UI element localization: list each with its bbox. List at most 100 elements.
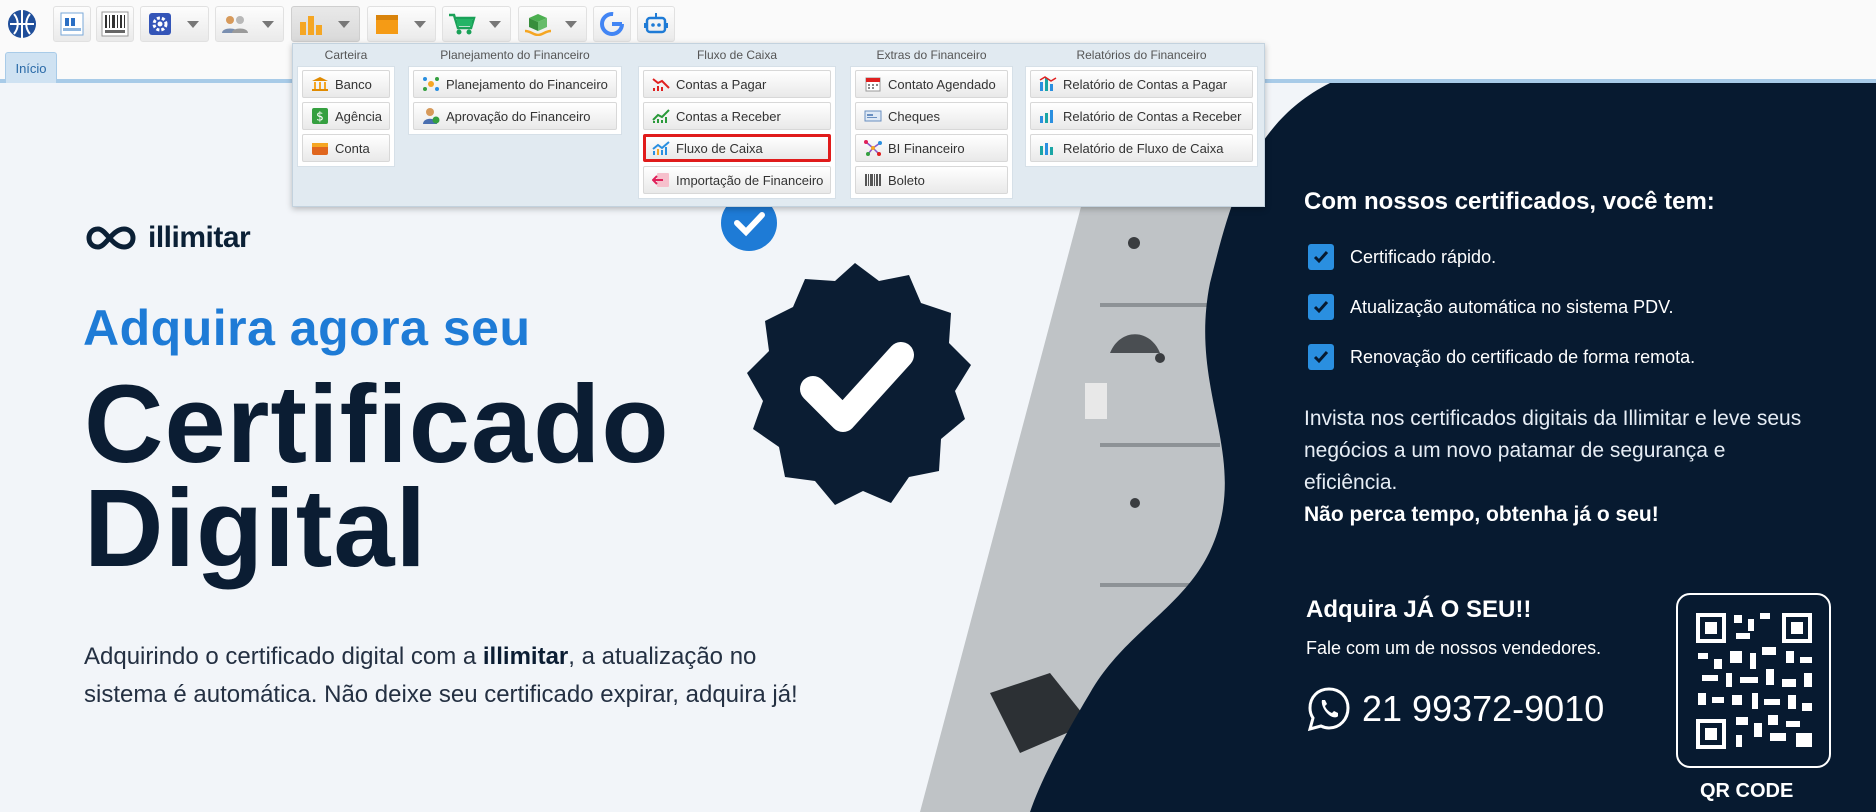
chevron-down-icon[interactable] — [253, 7, 283, 41]
illimitar-logo: illimitar — [84, 221, 251, 255]
settings-button[interactable] — [140, 6, 209, 42]
heading-line-2: Digital — [84, 467, 428, 590]
users-icon — [216, 7, 253, 41]
products-button[interactable] — [367, 6, 436, 42]
gear-icon — [141, 7, 178, 41]
box-icon — [368, 7, 405, 41]
menu-item-importacao-financeiro[interactable]: Importação de Financeiro — [643, 166, 831, 194]
bar-chart-icon — [292, 7, 329, 41]
chevron-down-icon[interactable] — [480, 7, 510, 41]
infinity-logo-icon — [86, 226, 136, 250]
heading-line-1: Certificado — [84, 363, 670, 486]
network-icon — [422, 76, 440, 92]
financeiro-button[interactable] — [291, 6, 360, 42]
package-hand-icon — [519, 7, 556, 41]
google-icon — [594, 7, 630, 41]
store-icon — [54, 7, 90, 41]
report-bar-icon — [1039, 76, 1057, 92]
phone-number: 21 99372-9010 — [1362, 688, 1605, 729]
menu-item-planejamento-financeiro[interactable]: Planejamento do Financeiro — [413, 70, 617, 98]
menu-item-label: Contas a Pagar — [676, 76, 767, 92]
bi-icon — [864, 140, 882, 156]
menu-column-fluxo-de-caixa: Fluxo de Caixa Contas a Pagar Contas a R… — [638, 44, 836, 199]
menu-item-label: Contato Agendado — [888, 76, 996, 92]
cta-bold-text: Não perca tempo, obtenha já o seu! — [1304, 503, 1659, 526]
column-title: Relatórios do Financeiro — [1076, 48, 1207, 62]
menu-item-label: Importação de Financeiro — [676, 172, 824, 188]
menu-item-label: Cheques — [888, 108, 941, 124]
menu-item-relatorio-contas-pagar[interactable]: Relatório de Contas a Pagar — [1030, 70, 1253, 98]
chart-flow-icon — [652, 140, 670, 156]
menu-item-aprovacao-financeiro[interactable]: Aprovação do Financeiro — [413, 102, 617, 130]
menu-item-conta[interactable]: Conta — [302, 134, 390, 162]
column-body: Relatório de Contas a Pagar Relatório de… — [1025, 66, 1258, 167]
menu-column-relatorios: Relatórios do Financeiro Relatório de Co… — [1025, 44, 1258, 167]
invest-paragraph: Invista nos certificados digitais da Ill… — [1304, 407, 1802, 494]
menu-item-label: BI Financeiro — [888, 140, 965, 156]
menu-item-relatorio-fluxo-caixa[interactable]: Relatório de Fluxo de Caixa — [1030, 134, 1253, 162]
chevron-down-icon[interactable] — [329, 7, 359, 41]
chevron-down-icon[interactable] — [405, 7, 435, 41]
tab-inicio[interactable]: Início — [5, 52, 57, 83]
main-toolbar — [0, 0, 1876, 47]
google-button[interactable] — [593, 6, 631, 42]
users-button[interactable] — [215, 6, 284, 42]
barcode-icon — [864, 172, 882, 188]
cta-title: Adquira JÁ O SEU!! — [1306, 596, 1532, 623]
logo-text: illimitar — [148, 221, 251, 254]
para-brand: illimitar — [482, 643, 569, 670]
menu-item-relatorio-contas-receber[interactable]: Relatório de Contas a Receber — [1030, 102, 1253, 130]
checkbox-checked-icon — [1308, 344, 1334, 370]
calendar-icon — [864, 76, 882, 92]
menu-item-label: Boleto — [888, 172, 925, 188]
menu-item-cheques[interactable]: Cheques — [855, 102, 1008, 130]
chart-down-icon — [652, 76, 670, 92]
menu-column-planejamento: Planejamento do Financeiro Planejamento … — [408, 44, 622, 135]
heading-main: Certificado Digital — [84, 363, 670, 590]
dollar-icon: $ — [311, 108, 329, 124]
menu-item-contas-a-receber[interactable]: Contas a Receber — [643, 102, 831, 130]
menu-item-label: Aprovação do Financeiro — [446, 108, 591, 124]
benefit-label: Certificado rápido. — [1350, 246, 1497, 267]
cta-subtitle: Fale com um de nossos vendedores. — [1306, 638, 1602, 658]
menu-item-contas-a-pagar[interactable]: Contas a Pagar — [643, 70, 831, 98]
globe-logo-icon[interactable] — [6, 8, 38, 40]
qr-code-label: QR CODE — [1700, 780, 1794, 802]
report-bar-icon — [1039, 140, 1057, 156]
wallet-icon — [311, 140, 329, 156]
whatsapp-icon — [1307, 687, 1350, 732]
menu-item-label: Conta — [335, 140, 370, 156]
banner-paragraph: Adquirindo o certificado digital com a i… — [84, 638, 804, 714]
import-icon — [652, 172, 670, 188]
store-button[interactable] — [53, 6, 91, 42]
chevron-down-icon[interactable] — [178, 7, 208, 41]
benefit-label: Renovação do certificado de forma remota… — [1350, 346, 1696, 367]
column-body: Banco $ Agência Conta — [297, 66, 395, 167]
financeiro-dropdown-menu: Carteira Banco $ Agência Conta Planejame… — [292, 43, 1265, 207]
column-title: Fluxo de Caixa — [696, 48, 778, 62]
report-bar-icon — [1039, 108, 1057, 124]
svg-text:$: $ — [316, 110, 324, 124]
menu-item-boleto[interactable]: Boleto — [855, 166, 1008, 194]
menu-item-banco[interactable]: Banco — [302, 70, 390, 98]
stock-button[interactable] — [518, 6, 587, 42]
robot-button[interactable] — [637, 6, 675, 42]
chevron-down-icon[interactable] — [556, 7, 586, 41]
menu-item-contato-agendado[interactable]: Contato Agendado — [855, 70, 1008, 98]
column-title: Carteira — [324, 48, 368, 62]
sales-button[interactable] — [442, 6, 511, 42]
menu-item-agencia[interactable]: $ Agência — [302, 102, 390, 130]
phone-contact: 21 99372-9010 — [1306, 686, 1604, 732]
benefit-label: Atualização automática no sistema PDV. — [1350, 296, 1674, 317]
menu-item-label: Relatório de Fluxo de Caixa — [1063, 140, 1224, 156]
menu-item-bi-financeiro[interactable]: BI Financeiro — [855, 134, 1008, 162]
menu-item-fluxo-de-caixa[interactable]: Fluxo de Caixa — [643, 134, 831, 162]
column-body: Contato Agendado Cheques BI Financeiro B… — [850, 66, 1013, 199]
para-start: Adquirindo o certificado digital com a — [84, 643, 483, 670]
menu-item-label: Relatório de Contas a Pagar — [1063, 76, 1228, 92]
menu-item-label: Contas a Receber — [676, 108, 781, 124]
boleto-button[interactable] — [96, 6, 134, 42]
menu-column-carteira: Carteira Banco $ Agência Conta — [297, 44, 395, 167]
menu-item-label: Relatório de Contas a Receber — [1063, 108, 1242, 124]
heading-sub: Adquira agora seu — [83, 300, 531, 356]
